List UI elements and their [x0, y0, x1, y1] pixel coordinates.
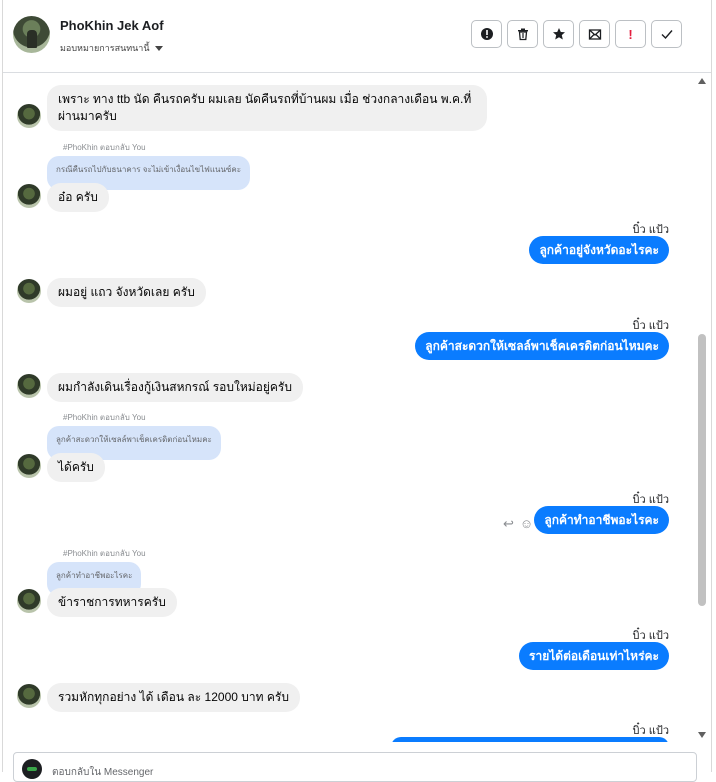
sender-avatar [17, 374, 41, 398]
sender-avatar [17, 589, 41, 613]
contact-avatar[interactable] [13, 16, 50, 53]
scroll-down-icon[interactable] [698, 732, 706, 738]
flag-important-icon: ! [628, 26, 633, 42]
message-incoming[interactable]: อ๋อ ครับ [47, 183, 109, 212]
message-incoming[interactable]: ข้าราชการทหารครับ [47, 588, 177, 617]
header-actions: ! [471, 20, 682, 48]
sender-avatar [17, 104, 41, 128]
info-button[interactable] [471, 20, 502, 48]
message-outgoing[interactable]: ลูกค้าสะดวกให้เซลล์พาเช็คเครดิตก่อนไหมคะ [415, 332, 669, 360]
trash-icon [517, 28, 528, 41]
assign-dropdown[interactable]: มอบหมายการสนทนานี้ [60, 41, 163, 55]
sender-avatar [17, 454, 41, 478]
sender-avatar [17, 279, 41, 303]
mark-unread-button[interactable] [579, 20, 610, 48]
reply-arrow-icon[interactable]: ↩ [503, 516, 514, 532]
scroll-up-icon[interactable] [698, 78, 706, 84]
message-outgoing-partial[interactable] [391, 737, 669, 742]
scrollbar-thumb[interactable] [698, 334, 706, 606]
star-button[interactable] [543, 20, 574, 48]
mail-icon [588, 29, 601, 40]
message-outgoing[interactable]: รายได้ต่อเดือนเท่าไหร่คะ [519, 642, 669, 670]
message-incoming[interactable]: ได้ครับ [47, 453, 105, 482]
message-reactions: ↩ ☺ [503, 516, 533, 532]
message-incoming[interactable]: รวมหักทุกอย่าง ได้ เดือน ละ 12000 บาท คร… [47, 683, 300, 712]
contact-name[interactable]: PhoKhin Jek Aof [60, 18, 164, 33]
sender-avatar [17, 184, 41, 208]
page-avatar [22, 759, 42, 779]
conversation-panel: PhoKhin Jek Aof มอบหมายการสนทนานี้ ! เพร… [2, 0, 712, 782]
assign-label: มอบหมายการสนทนานี้ [60, 43, 150, 53]
mark-important-button[interactable]: ! [615, 20, 646, 48]
mark-done-button[interactable] [651, 20, 682, 48]
message-incoming[interactable]: ผมกำลังเดินเรื่องกู้เงินสหกรณ์ รอบใหม่อย… [47, 373, 303, 402]
reply-label: #PhoKhin ตอบกลับ You [63, 413, 146, 422]
message-list[interactable]: เพราะ ทาง ttb นัด คืนรถครับ ผมเลย นัดคืน… [3, 74, 693, 742]
caret-down-icon [154, 45, 163, 51]
sender-avatar [17, 684, 41, 708]
message-outgoing[interactable]: ลูกค้าอยู่จังหวัดอะไรคะ [529, 236, 669, 264]
chat-scrollbar[interactable] [693, 74, 711, 742]
message-incoming[interactable]: เพราะ ทาง ttb นัด คืนรถครับ ผมเลย นัดคืน… [47, 85, 487, 131]
reply-label: #PhoKhin ตอบกลับ You [63, 549, 146, 558]
message-outgoing[interactable]: ลูกค้าทำอาชีพอะไรคะ [534, 506, 669, 534]
conversation-header: PhoKhin Jek Aof มอบหมายการสนทนานี้ ! [3, 0, 711, 73]
reply-input[interactable]: ตอบกลับใน Messenger [52, 765, 153, 780]
message-incoming[interactable]: ผมอยู่ แถว จังหวัดเลย ครับ [47, 278, 206, 307]
emoji-icon[interactable]: ☺ [520, 516, 533, 532]
checkmark-icon [661, 30, 673, 40]
delete-button[interactable] [507, 20, 538, 48]
reply-composer[interactable]: ตอบกลับใน Messenger [13, 752, 697, 782]
reply-label: #PhoKhin ตอบกลับ You [63, 143, 146, 152]
star-icon [552, 28, 565, 40]
info-icon [480, 28, 493, 40]
